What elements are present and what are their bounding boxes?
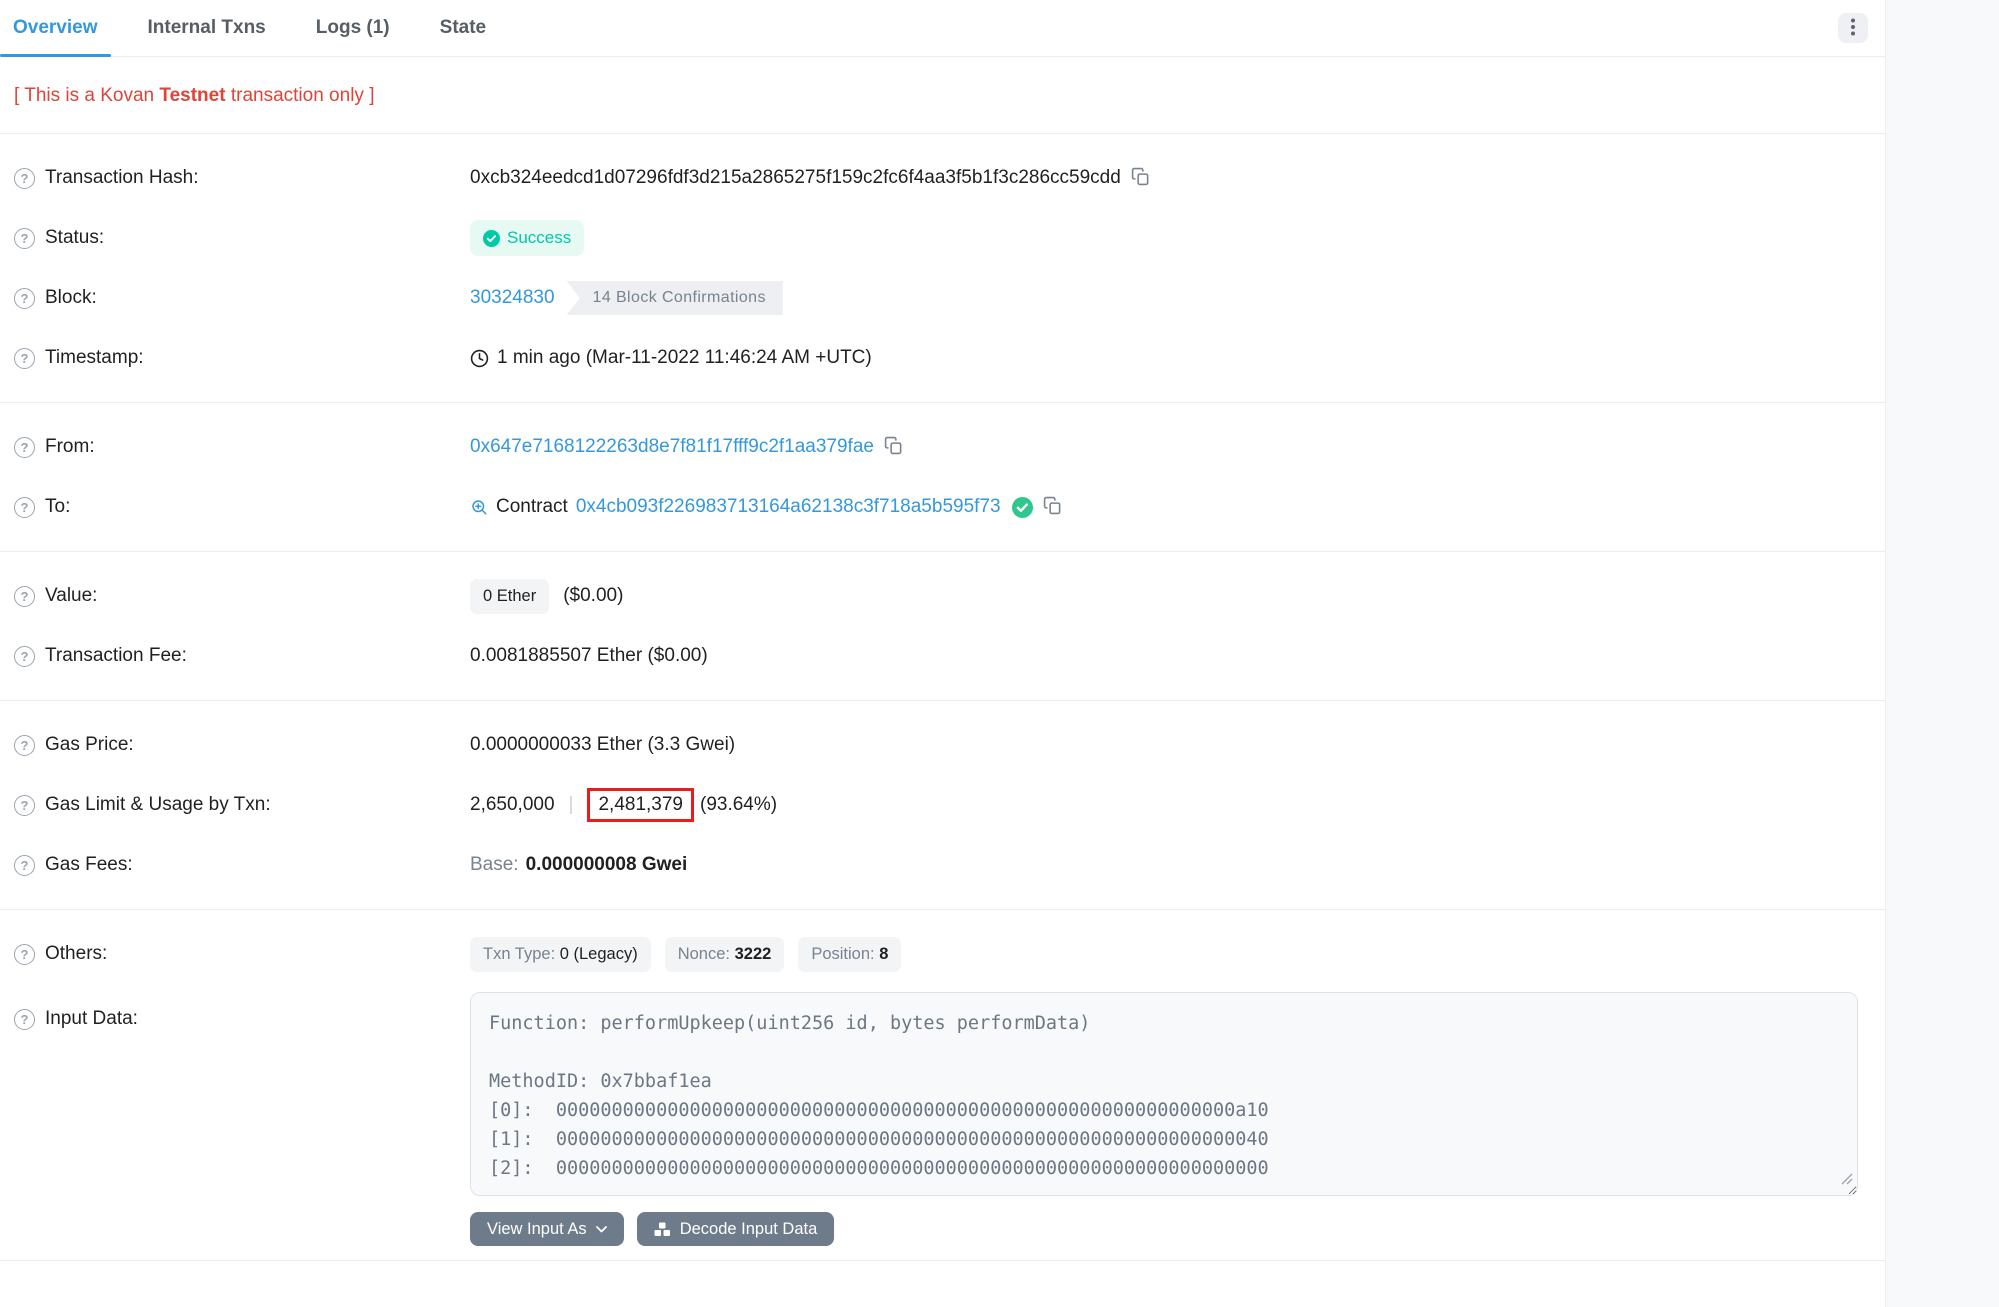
help-icon[interactable]: ? [14, 795, 35, 816]
contract-prefix: Contract [496, 496, 568, 518]
input-data-row: ? Input Data: Function: performUpkeep(ui… [0, 992, 1885, 1246]
help-icon[interactable]: ? [14, 168, 35, 189]
input-data-content: Function: performUpkeep(uint256 id, byte… [489, 1009, 1839, 1183]
gas-price-value: 0.0000000033 Ether (3.3 Gwei) [470, 734, 735, 756]
block-confirmations-badge: 14 Block Confirmations [567, 281, 783, 315]
tab-bar: Overview Internal Txns Logs (1) State [0, 0, 1885, 57]
status-badge: Success [470, 220, 584, 256]
value-row: ? Value: 0 Ether ($0.00) [0, 566, 1885, 626]
help-icon[interactable]: ? [14, 228, 35, 249]
clock-icon [470, 349, 489, 368]
input-data-box[interactable]: Function: performUpkeep(uint256 id, byte… [470, 992, 1858, 1196]
help-icon[interactable]: ? [14, 735, 35, 756]
help-icon[interactable]: ? [14, 1009, 35, 1030]
vertical-ellipsis-icon [1851, 18, 1855, 39]
gas-used-value-highlighted: 2,481,379 [587, 788, 694, 822]
transaction-hash-row: ? Transaction Hash: 0xcb324eedcd1d07296f… [0, 148, 1885, 208]
to-contract-link[interactable]: 0x4cb093f226983713164a62138c3f718a5b595f… [576, 496, 1001, 518]
copy-button[interactable] [884, 436, 903, 458]
row-label: Gas Limit & Usage by Txn: [45, 794, 271, 816]
help-icon[interactable]: ? [14, 646, 35, 667]
from-row: ? From: 0x647e7168122263d8e7f81f17fff9c2… [0, 417, 1885, 477]
row-label: Value: [45, 585, 97, 607]
view-input-as-button[interactable]: View Input As [470, 1212, 624, 1246]
gas-limit-value: 2,650,000 [470, 794, 555, 816]
pipe-separator: | [569, 794, 574, 816]
position-badge: Position: 8 [798, 937, 901, 972]
copy-icon [1043, 496, 1062, 518]
cubes-icon [654, 1222, 671, 1237]
timestamp-value: 1 min ago (Mar-11-2022 11:46:24 AM +UTC) [497, 347, 872, 369]
help-icon[interactable]: ? [14, 348, 35, 369]
status-row: ? Status: Success [0, 208, 1885, 268]
block-number-link[interactable]: 30324830 [470, 287, 555, 309]
copy-icon [1131, 167, 1150, 189]
row-label: Block: [45, 287, 97, 309]
transaction-fee-row: ? Transaction Fee: 0.0081885507 Ether ($… [0, 626, 1885, 686]
row-label: Gas Price: [45, 734, 134, 756]
usd-value: ($0.00) [563, 585, 623, 607]
help-icon[interactable]: ? [14, 497, 35, 518]
help-icon[interactable]: ? [14, 855, 35, 876]
row-label: Gas Fees: [45, 854, 133, 876]
help-icon[interactable]: ? [14, 437, 35, 458]
transaction-hash-value: 0xcb324eedcd1d07296fdf3d215a2865275f159c… [470, 167, 1121, 189]
row-label: To: [45, 496, 70, 518]
copy-button[interactable] [1131, 167, 1150, 189]
others-row: ? Others: Txn Type: 0 (Legacy) Nonce: 32… [0, 924, 1885, 984]
row-label: Status: [45, 227, 104, 249]
base-fee-label: Base: [470, 854, 519, 876]
decode-input-data-button[interactable]: Decode Input Data [637, 1212, 835, 1246]
help-icon[interactable]: ? [14, 288, 35, 309]
tab-state[interactable]: State [427, 0, 499, 56]
chevron-down-icon [596, 1226, 607, 1233]
timestamp-row: ? Timestamp: 1 min ago (Mar-11-2022 11:4… [0, 328, 1885, 388]
gas-limit-usage-row: ? Gas Limit & Usage by Txn: 2,650,000 | … [0, 775, 1885, 835]
base-fee-value: 0.000000008 Gwei [526, 854, 688, 876]
tab-logs[interactable]: Logs (1) [303, 0, 403, 56]
contract-verified-icon [1012, 497, 1033, 518]
gas-fees-row: ? Gas Fees: Base: 0.000000008 Gwei [0, 835, 1885, 895]
row-label: Input Data: [45, 1008, 138, 1030]
row-label: Transaction Hash: [45, 167, 198, 189]
zoom-in-icon [470, 498, 488, 516]
more-options-button[interactable] [1838, 13, 1868, 43]
tab-internal-txns[interactable]: Internal Txns [135, 0, 279, 56]
row-label: Timestamp: [45, 347, 144, 369]
row-label: From: [45, 436, 95, 458]
block-row: ? Block: 30324830 14 Block Confirmations [0, 268, 1885, 328]
testnet-warning: [ This is a Kovan Testnet transaction on… [0, 57, 1885, 133]
page-background-strip [1885, 0, 1999, 1307]
resize-handle-icon[interactable] [1841, 1169, 1853, 1191]
gas-price-row: ? Gas Price: 0.0000000033 Ether (3.3 Gwe… [0, 715, 1885, 775]
transaction-detail-card: Overview Internal Txns Logs (1) State [ … [0, 0, 1885, 1289]
row-label: Others: [45, 943, 107, 965]
from-address-link[interactable]: 0x647e7168122263d8e7f81f17fff9c2f1aa379f… [470, 436, 874, 458]
copy-icon [884, 436, 903, 458]
tab-overview[interactable]: Overview [0, 0, 111, 56]
to-row: ? To: Contract 0x4cb093f226983713164a621… [0, 477, 1885, 537]
nonce-badge: Nonce: 3222 [665, 937, 785, 972]
help-icon[interactable]: ? [14, 586, 35, 607]
check-circle-icon [483, 230, 500, 247]
gas-used-percent: (93.64%) [700, 794, 777, 816]
copy-button[interactable] [1043, 496, 1062, 518]
ether-value-badge: 0 Ether [470, 579, 549, 614]
row-label: Transaction Fee: [45, 645, 187, 667]
txn-type-badge: Txn Type: 0 (Legacy) [470, 937, 651, 972]
help-icon[interactable]: ? [14, 944, 35, 965]
transaction-fee-value: 0.0081885507 Ether ($0.00) [470, 645, 708, 667]
